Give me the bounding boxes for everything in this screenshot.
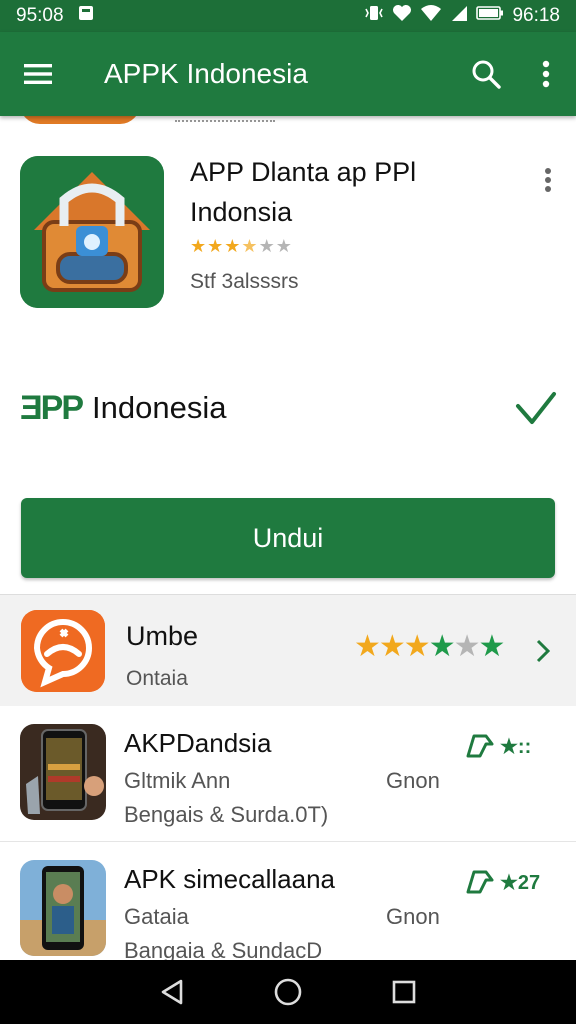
featured-app-row[interactable]: Umbe Ontaia ★★★★★★ <box>0 594 576 706</box>
app-icon <box>20 156 164 308</box>
brand-logo: ƎPP <box>20 388 84 427</box>
list-item-category: Bangaia & SundacD <box>124 938 323 960</box>
featured-app-rating: ★★★★★★ <box>354 630 505 663</box>
battery-icon <box>476 5 504 27</box>
chevron-check-icon[interactable] <box>512 384 560 432</box>
app-subtitle: Stf 3alsssrs <box>190 270 299 293</box>
status-bar: 95:08 96:18 <box>0 0 576 32</box>
system-nav-bar <box>0 960 576 1024</box>
list-item-tag: Gnon <box>386 768 440 793</box>
app-list: AKPDandsia Gltmik Ann Bengais & Surda.0T… <box>0 706 576 960</box>
content-area[interactable]: APP Dlanta ap PPl Indonsia ★★★★★★ Stf 3a… <box>0 116 576 960</box>
list-item-tag: Gnon <box>386 904 440 929</box>
brand-name: Indonesia <box>92 390 227 425</box>
recents-icon[interactable] <box>382 970 426 1014</box>
featured-app-icon <box>21 610 105 692</box>
list-item-badge[interactable]: ★:: <box>464 730 531 762</box>
previous-card-peek <box>20 116 140 124</box>
back-icon[interactable] <box>150 970 194 1014</box>
search-icon[interactable] <box>456 32 516 116</box>
signal-icon <box>450 4 468 28</box>
app-bar: APPK Indonesia <box>0 32 576 116</box>
menu-icon[interactable] <box>0 32 76 116</box>
app-detail-card: APP Dlanta ap PPl Indonsia ★★★★★★ Stf 3a… <box>0 124 576 598</box>
status-time-right: 96:18 <box>512 5 560 26</box>
vibrate-icon <box>364 4 384 28</box>
heart-icon <box>392 4 412 28</box>
download-button[interactable]: Undui <box>21 498 555 578</box>
list-item-title: AKPDandsia <box>124 728 272 758</box>
list-item-category: Bengais & Surda.0T) <box>124 802 329 827</box>
chevron-right-icon[interactable] <box>530 631 556 671</box>
app-rating: ★★★★★★ <box>190 236 293 256</box>
featured-app-subtitle: Ontaia <box>126 667 188 690</box>
list-item-icon <box>20 724 106 820</box>
more-vert-icon[interactable] <box>516 32 576 116</box>
list-item-developer: Gltmik Ann <box>124 768 231 793</box>
list-item[interactable]: APK simecallaana Gataia Bangaia & Sundac… <box>0 842 576 960</box>
list-item-developer: Gataia <box>124 904 189 929</box>
more-vert-icon[interactable] <box>536 160 560 200</box>
list-item-title: APK simecallaana <box>124 864 335 894</box>
list-item-badge-text: ★27 <box>500 871 541 894</box>
install-icon <box>466 734 494 758</box>
notification-icon <box>78 5 94 27</box>
install-icon <box>466 870 494 894</box>
list-item-badge-text: ★:: <box>500 735 532 758</box>
list-item-icon <box>20 860 106 956</box>
list-item-badge[interactable]: ★27 <box>464 866 540 898</box>
developer-row[interactable]: ƎPP Indonesia <box>20 380 560 436</box>
status-time-left: 95:08 <box>16 5 64 26</box>
wifi-icon <box>420 4 442 28</box>
previous-card-text-peek <box>175 116 275 122</box>
app-bar-title: APPK Indonesia <box>104 58 308 89</box>
home-icon[interactable] <box>266 970 310 1014</box>
app-title: APP Dlanta ap PPl Indonsia <box>190 157 417 227</box>
list-item[interactable]: AKPDandsia Gltmik Ann Bengais & Surda.0T… <box>0 706 576 842</box>
featured-app-name: Umbe <box>126 621 199 651</box>
